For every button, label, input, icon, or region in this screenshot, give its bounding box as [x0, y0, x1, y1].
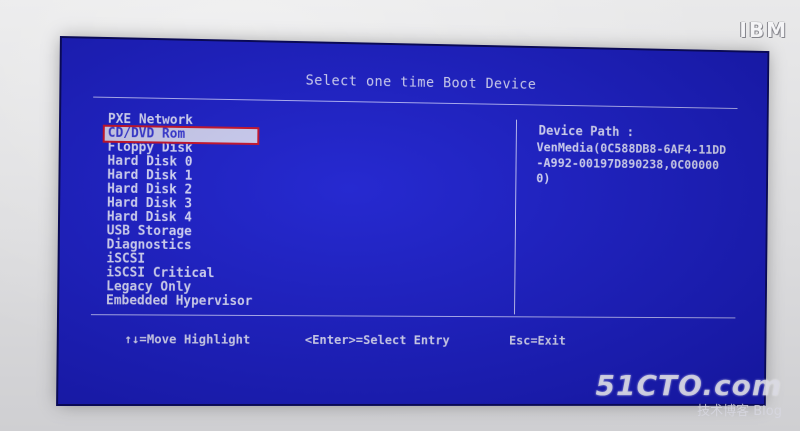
device-path-label: Device Path :: [539, 124, 635, 140]
device-path-value: VenMedia(0C588DB8-6AF4-11DD-A992-00197D8…: [536, 139, 732, 188]
bios-screen: Select one time Boot Device PXE Network …: [58, 38, 767, 404]
panel-divider: [514, 120, 517, 315]
hint-move-highlight: ↑↓=Move Highlight: [124, 331, 250, 346]
hint-select-entry: <Enter>=Select Entry: [305, 332, 450, 347]
watermark-subtitle: 技术博客 Blog: [596, 400, 782, 419]
watermark-logo: 51CTO.com: [596, 369, 782, 402]
watermark: 51CTO.com 技术博客 Blog: [596, 369, 782, 419]
footer-divider: [91, 314, 735, 318]
boot-device-list: PXE Network CD/DVD Rom Floppy Disk Hard …: [103, 113, 257, 309]
title-divider: [93, 97, 737, 109]
brand-logo: IBM: [739, 18, 788, 42]
boot-item-embedded-hypervisor[interactable]: Embedded Hypervisor: [103, 294, 256, 309]
hint-exit: Esc=Exit: [509, 333, 566, 348]
screen-title: Select one time Boot Device: [61, 68, 767, 97]
